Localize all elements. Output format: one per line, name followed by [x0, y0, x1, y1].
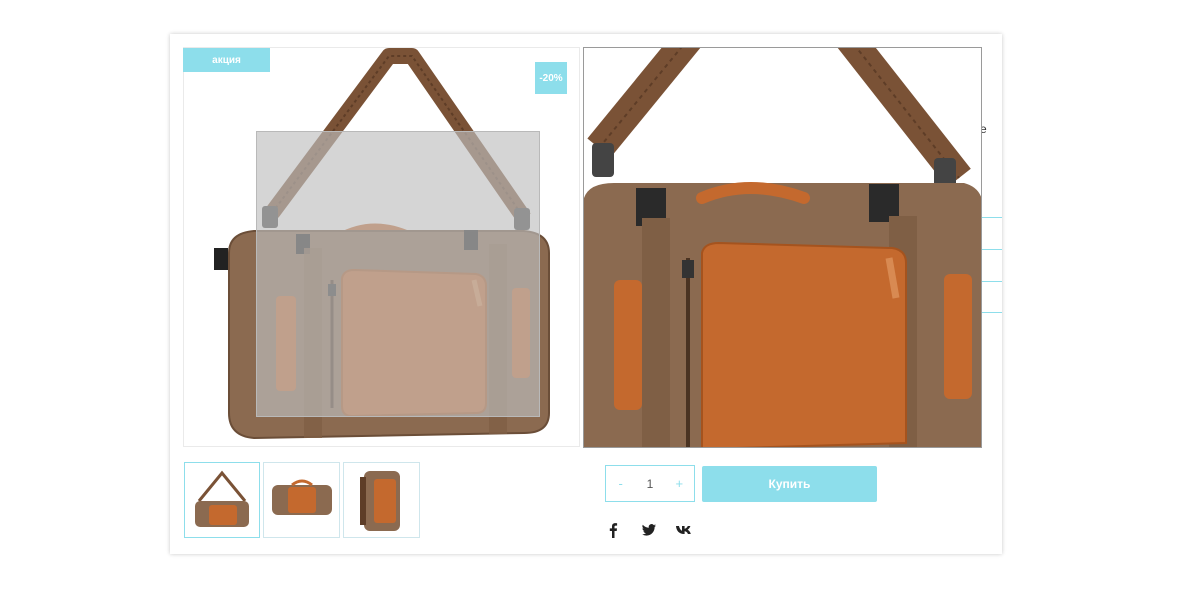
sale-badge: акция — [183, 48, 270, 72]
divider — [980, 249, 1002, 250]
divider — [980, 217, 1002, 218]
twitter-icon[interactable] — [641, 522, 659, 540]
discount-badge: -20% — [535, 62, 567, 94]
quantity-input[interactable]: 1 — [635, 477, 664, 491]
vk-icon[interactable] — [675, 522, 693, 540]
divider — [980, 281, 1002, 282]
bag-zoom-illustration — [584, 48, 981, 447]
quantity-stepper: - 1 + — [605, 465, 695, 502]
zoom-lens[interactable] — [256, 131, 540, 417]
decrement-button[interactable]: - — [606, 476, 635, 491]
buy-button[interactable]: Купить — [702, 466, 877, 502]
thumbnail-3[interactable] — [343, 462, 420, 538]
thumbnail-2[interactable] — [263, 462, 340, 538]
increment-button[interactable]: + — [665, 476, 694, 491]
thumbnail-bag-front-image — [272, 479, 332, 515]
facebook-icon[interactable] — [606, 522, 624, 540]
thumbnail-bag-strap-image — [195, 470, 249, 527]
zoom-preview — [583, 47, 982, 448]
thumbnail-bag-backpack-image — [360, 471, 400, 531]
divider — [980, 312, 1002, 313]
thumbnail-1[interactable] — [184, 462, 260, 538]
